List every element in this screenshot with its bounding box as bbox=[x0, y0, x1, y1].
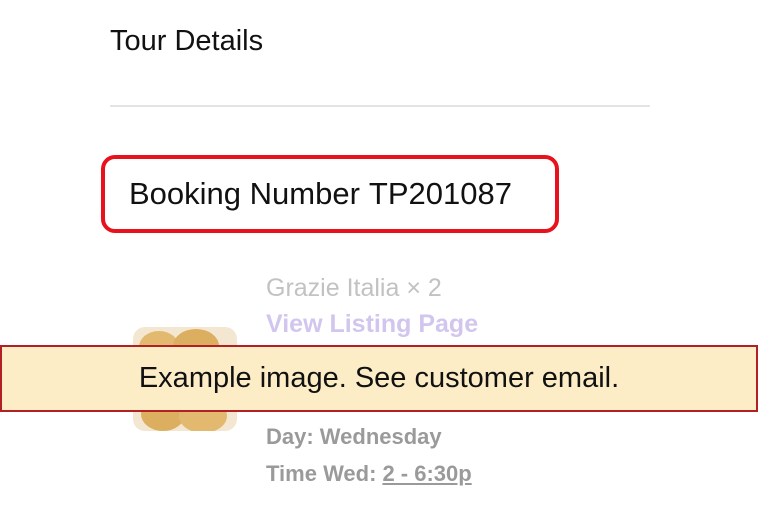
banner-text: Example image. See customer email. bbox=[138, 362, 620, 394]
example-image-banner: Example image. See customer email. bbox=[0, 345, 758, 412]
tour-time: Time Wed: 2 - 6:30p bbox=[266, 459, 472, 489]
tour-time-label: Time Wed: bbox=[266, 461, 377, 486]
view-listing-link[interactable]: View Listing Page bbox=[266, 308, 478, 340]
booking-number-label: Booking Number bbox=[129, 176, 360, 211]
tour-day: Day: Wednesday bbox=[266, 424, 442, 449]
booking-number-value: TP201087 bbox=[368, 176, 512, 211]
tour-name: Grazie Italia × 2 bbox=[266, 274, 442, 302]
section-title: Tour Details bbox=[110, 25, 264, 57]
divider bbox=[110, 105, 650, 107]
booking-number-highlight: Booking Number TP201087 bbox=[101, 155, 559, 233]
tour-time-value: 2 - 6:30p bbox=[382, 461, 472, 486]
